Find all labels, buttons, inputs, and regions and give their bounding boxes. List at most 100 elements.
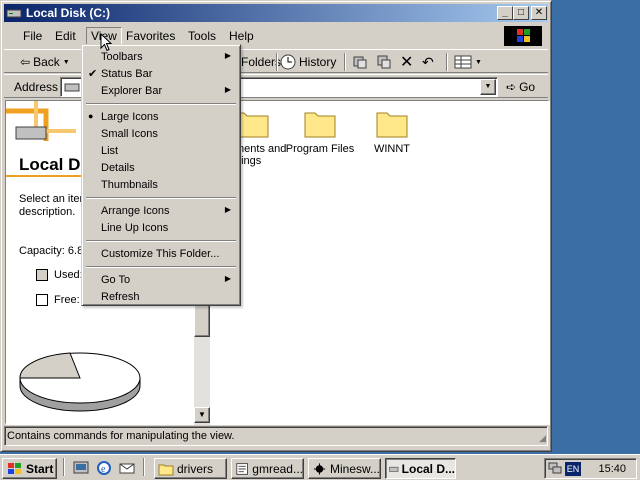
windows-logo [504,26,542,46]
go-button[interactable]: ➪ Go [506,78,535,96]
menu-favorites[interactable]: Favorites [126,29,175,43]
menu-separator [86,240,236,242]
menu-separator [86,103,236,105]
folders-label: Folders [241,55,282,69]
used-label: Used: [54,269,83,281]
task-button-drivers[interactable]: drivers [154,458,227,479]
menu-item-large-icons[interactable]: ● Large Icons [85,108,237,125]
title-bar[interactable]: Local Disk (C:) _ □ ✕ [4,4,548,22]
checkmark-icon: ✔ [88,68,98,80]
dropdown-arrow-icon: ▼ [475,58,482,66]
move-to-button[interactable] [352,53,368,71]
drive-icon [389,466,399,472]
task-label: Minesw... [329,461,380,476]
menu-item-list[interactable]: List [85,142,237,159]
notepad-icon [236,462,248,475]
history-clock-icon [280,54,296,70]
task-button-minesweeper[interactable]: Minesw... [308,458,381,479]
language-indicator[interactable]: EN [565,462,581,476]
menu-file[interactable]: File [23,29,42,43]
menu-item-label: Go To [101,274,131,286]
task-button-gmread[interactable]: gmread... [231,458,304,479]
menu-item-label: Refresh [101,291,140,303]
go-label: Go [519,80,536,94]
menu-item-arrange-icons[interactable]: Arrange Icons ▶ [85,202,237,219]
mouse-pointer-icon [100,33,112,52]
toolbar-separator [446,53,448,71]
network-icon[interactable] [548,461,562,475]
menu-help[interactable]: Help [229,29,254,43]
used-legend: Used: [36,269,83,281]
copy-to-icon [377,55,391,69]
free-label: Free: [54,294,80,306]
address-label: Address [14,80,59,94]
free-swatch [36,294,48,306]
dropdown-arrow-icon: ▼ [62,58,70,66]
drive-icon [6,9,22,18]
menu-item-go-to[interactable]: Go To ▶ [85,271,237,288]
folder-icon [376,112,408,138]
menu-item-label: Line Up Icons [101,222,169,234]
file-list-pane: ments and ttings Program Files WINNT [210,101,550,425]
disk-usage-pie-chart [19,352,141,412]
system-tray: EN 15:40 [544,458,637,479]
windows-flag-icon [8,462,21,474]
undo-button[interactable]: ↶ [422,53,434,71]
menu-item-label: Explorer Bar [101,85,163,97]
status-text: Contains commands for manipulating the v… [7,430,235,442]
folder-icon [304,112,336,138]
minimize-button[interactable]: _ [497,6,513,20]
mine-icon [313,462,326,475]
resize-grip-icon[interactable]: ◢ [539,433,546,444]
folder-program-files[interactable]: Program Files [280,107,360,155]
menu-item-line-up-icons[interactable]: Line Up Icons [85,219,237,236]
show-desktop-icon[interactable] [73,460,89,476]
folder-winnt[interactable]: WINNT [352,107,432,155]
address-dropdown-button[interactable]: ▼ [480,79,496,95]
back-arrow-icon: ⇦ [20,55,31,69]
menu-item-label: Small Icons [101,128,158,140]
views-button[interactable]: ▼ [454,53,482,71]
menu-item-small-icons[interactable]: Small Icons [85,125,237,142]
drive-icon [64,83,80,92]
menu-item-label: Toolbars [101,51,143,63]
submenu-arrow-icon: ▶ [224,51,231,60]
close-button[interactable]: ✕ [531,6,547,20]
toolbar-separator [276,53,278,71]
menu-item-label: Details [101,162,135,174]
back-label: Back [33,55,60,69]
back-button[interactable]: ⇦ Back ▼ [20,53,70,71]
outlook-express-icon[interactable] [119,460,135,476]
menu-item-thumbnails[interactable]: Thumbnails [85,176,237,193]
menu-item-status-bar[interactable]: ✔ Status Bar [85,65,237,82]
scroll-down-button[interactable]: ▼ [194,407,210,423]
folders-button[interactable]: Folders [241,53,281,71]
clock[interactable]: 15:40 [598,463,626,475]
task-label: gmread... [252,461,303,476]
menu-item-refresh[interactable]: Refresh [85,288,237,305]
undo-icon: ↶ [422,53,434,70]
task-button-local-disk[interactable]: Local D... [385,458,456,479]
status-bar: Contains commands for manipulating the v… [4,426,548,446]
menu-tools[interactable]: Tools [188,29,216,43]
start-label: Start [26,461,54,476]
move-to-icon [353,56,367,69]
history-button[interactable]: History [280,53,336,71]
menu-item-label: Large Icons [101,111,159,123]
pane-title: Local Di [19,155,86,174]
copy-to-button[interactable] [376,53,392,71]
maximize-button[interactable]: □ [513,6,529,20]
svg-text:e: e [101,464,106,475]
delete-button[interactable]: ✕ [400,53,413,71]
menu-item-details[interactable]: Details [85,159,237,176]
menu-item-customize-folder[interactable]: Customize This Folder... [85,245,237,262]
folder-label: WINNT [373,143,411,155]
menu-item-label: List [101,145,119,157]
windows-flag-icon [517,29,530,42]
menu-edit[interactable]: Edit [55,29,76,43]
menu-item-explorer-bar[interactable]: Explorer Bar ▶ [85,82,237,99]
start-button[interactable]: Start [2,458,57,479]
delete-x-icon: ✕ [400,54,414,71]
menu-separator [86,197,236,199]
internet-explorer-icon[interactable]: e [96,460,112,476]
